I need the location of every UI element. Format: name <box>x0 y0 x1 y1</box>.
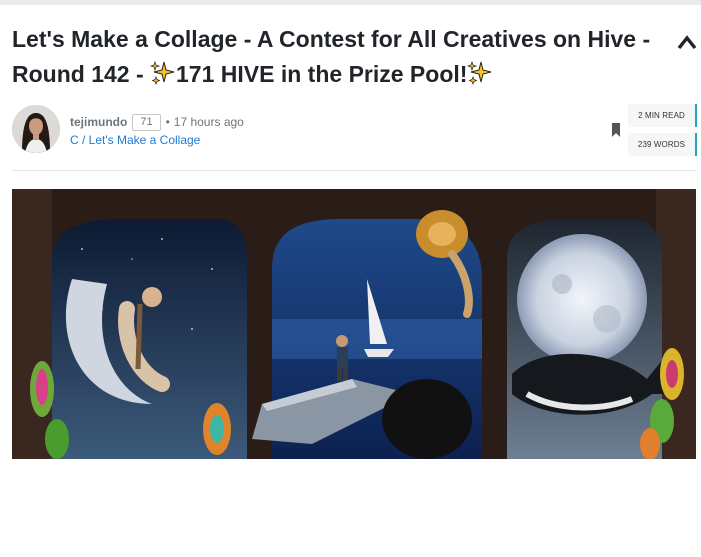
author-line: tejimundo 71 • 17 hours ago <box>70 113 244 131</box>
sparkles-icon <box>150 60 175 85</box>
post-time: 17 hours ago <box>173 115 244 129</box>
word-count-badge: 239 WORDS <box>628 133 697 156</box>
top-bar <box>0 0 701 5</box>
post-title[interactable]: Let's Make a Collage - A Contest for All… <box>12 22 688 92</box>
collage-image[interactable] <box>12 189 696 459</box>
separator-dot: • <box>165 115 170 129</box>
sparkles-icon <box>467 60 492 85</box>
avatar[interactable] <box>12 105 60 153</box>
divider <box>12 170 696 171</box>
chevron-up-icon[interactable] <box>676 31 698 53</box>
bookmark-icon[interactable] <box>611 123 621 137</box>
read-time-badge: 2 MIN READ <box>628 104 697 127</box>
reputation-badge: 71 <box>132 113 161 131</box>
author-name[interactable]: tejimundo <box>70 115 127 129</box>
community-link[interactable]: C / Let's Make a Collage <box>70 133 200 147</box>
post-title-text-2: 171 HIVE in the Prize Pool! <box>176 61 468 87</box>
